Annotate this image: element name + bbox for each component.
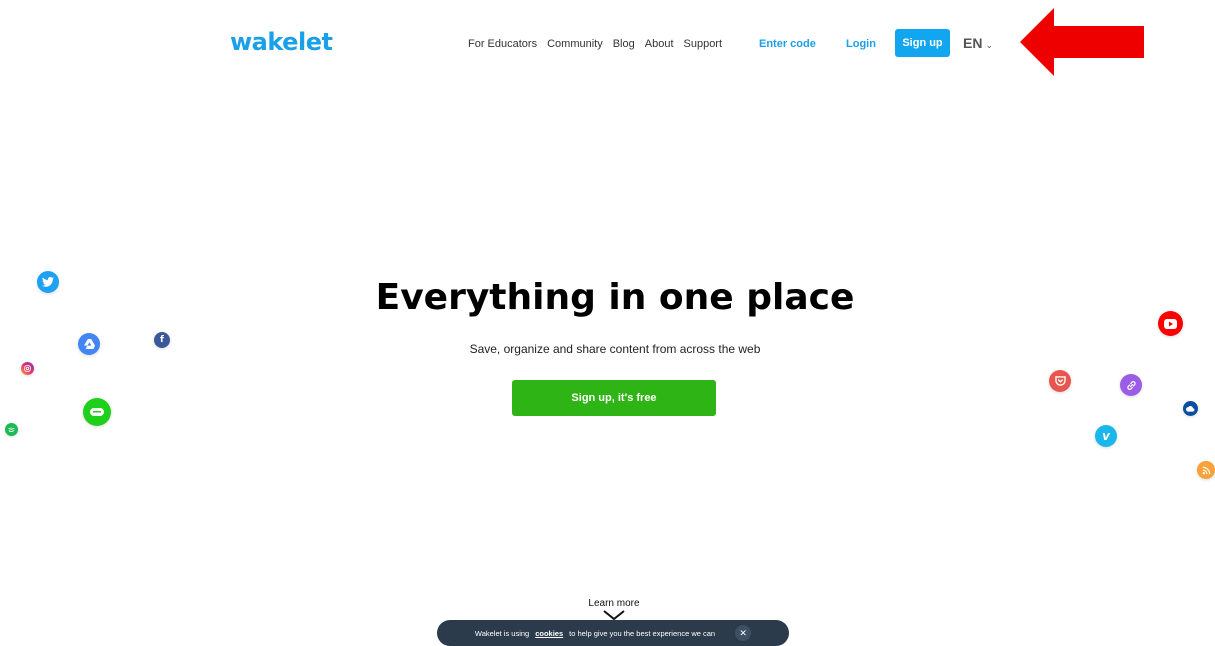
cookies-link[interactable]: cookies [535, 629, 563, 638]
annotation-arrow-icon [1020, 8, 1144, 76]
chevron-down-icon: ⌄ [985, 40, 993, 50]
language-selector[interactable]: EN ⌄ [963, 35, 993, 51]
language-label: EN [963, 35, 983, 51]
onedrive-icon [1183, 401, 1198, 416]
cookie-text-after: to help give you the best experience we … [569, 628, 716, 638]
hero-subtitle: Save, organize and share content from ac… [469, 342, 761, 356]
nav-for-educators[interactable]: For Educators [468, 38, 537, 50]
chevron-down-icon[interactable] [603, 610, 625, 620]
signup-free-button[interactable]: Sign up, it's free [512, 380, 716, 416]
nav-about[interactable]: About [645, 38, 674, 50]
link-icon [1120, 374, 1142, 396]
evernote-icon [83, 398, 111, 426]
instagram-icon [21, 362, 34, 375]
learn-more-link[interactable]: Learn more [0, 598, 1215, 609]
signup-button[interactable]: Sign up [895, 29, 950, 57]
nav-community[interactable]: Community [547, 38, 603, 50]
google-drive-icon [78, 333, 100, 355]
hero-title: Everything in one place [375, 277, 855, 318]
facebook-icon: f [154, 332, 170, 348]
wakelet-logo[interactable]: wakelet [230, 28, 333, 56]
nav-blog[interactable]: Blog [613, 38, 635, 50]
spotify-icon [5, 423, 18, 436]
login-link[interactable]: Login [846, 38, 876, 50]
rss-icon [1197, 461, 1215, 479]
youtube-icon [1158, 311, 1183, 336]
nav-support[interactable]: Support [684, 38, 723, 50]
twitter-icon [37, 271, 59, 293]
vimeo-icon: v [1095, 425, 1117, 447]
main-nav: For Educators Community Blog About Suppo… [468, 38, 722, 50]
enter-code-link[interactable]: Enter code [759, 38, 816, 50]
close-icon[interactable]: ✕ [735, 625, 752, 641]
pocket-icon [1049, 370, 1071, 392]
cookie-banner: Wakelet is using cookies to help give yo… [437, 620, 789, 646]
cookie-text-before: Wakelet is using [474, 628, 530, 638]
